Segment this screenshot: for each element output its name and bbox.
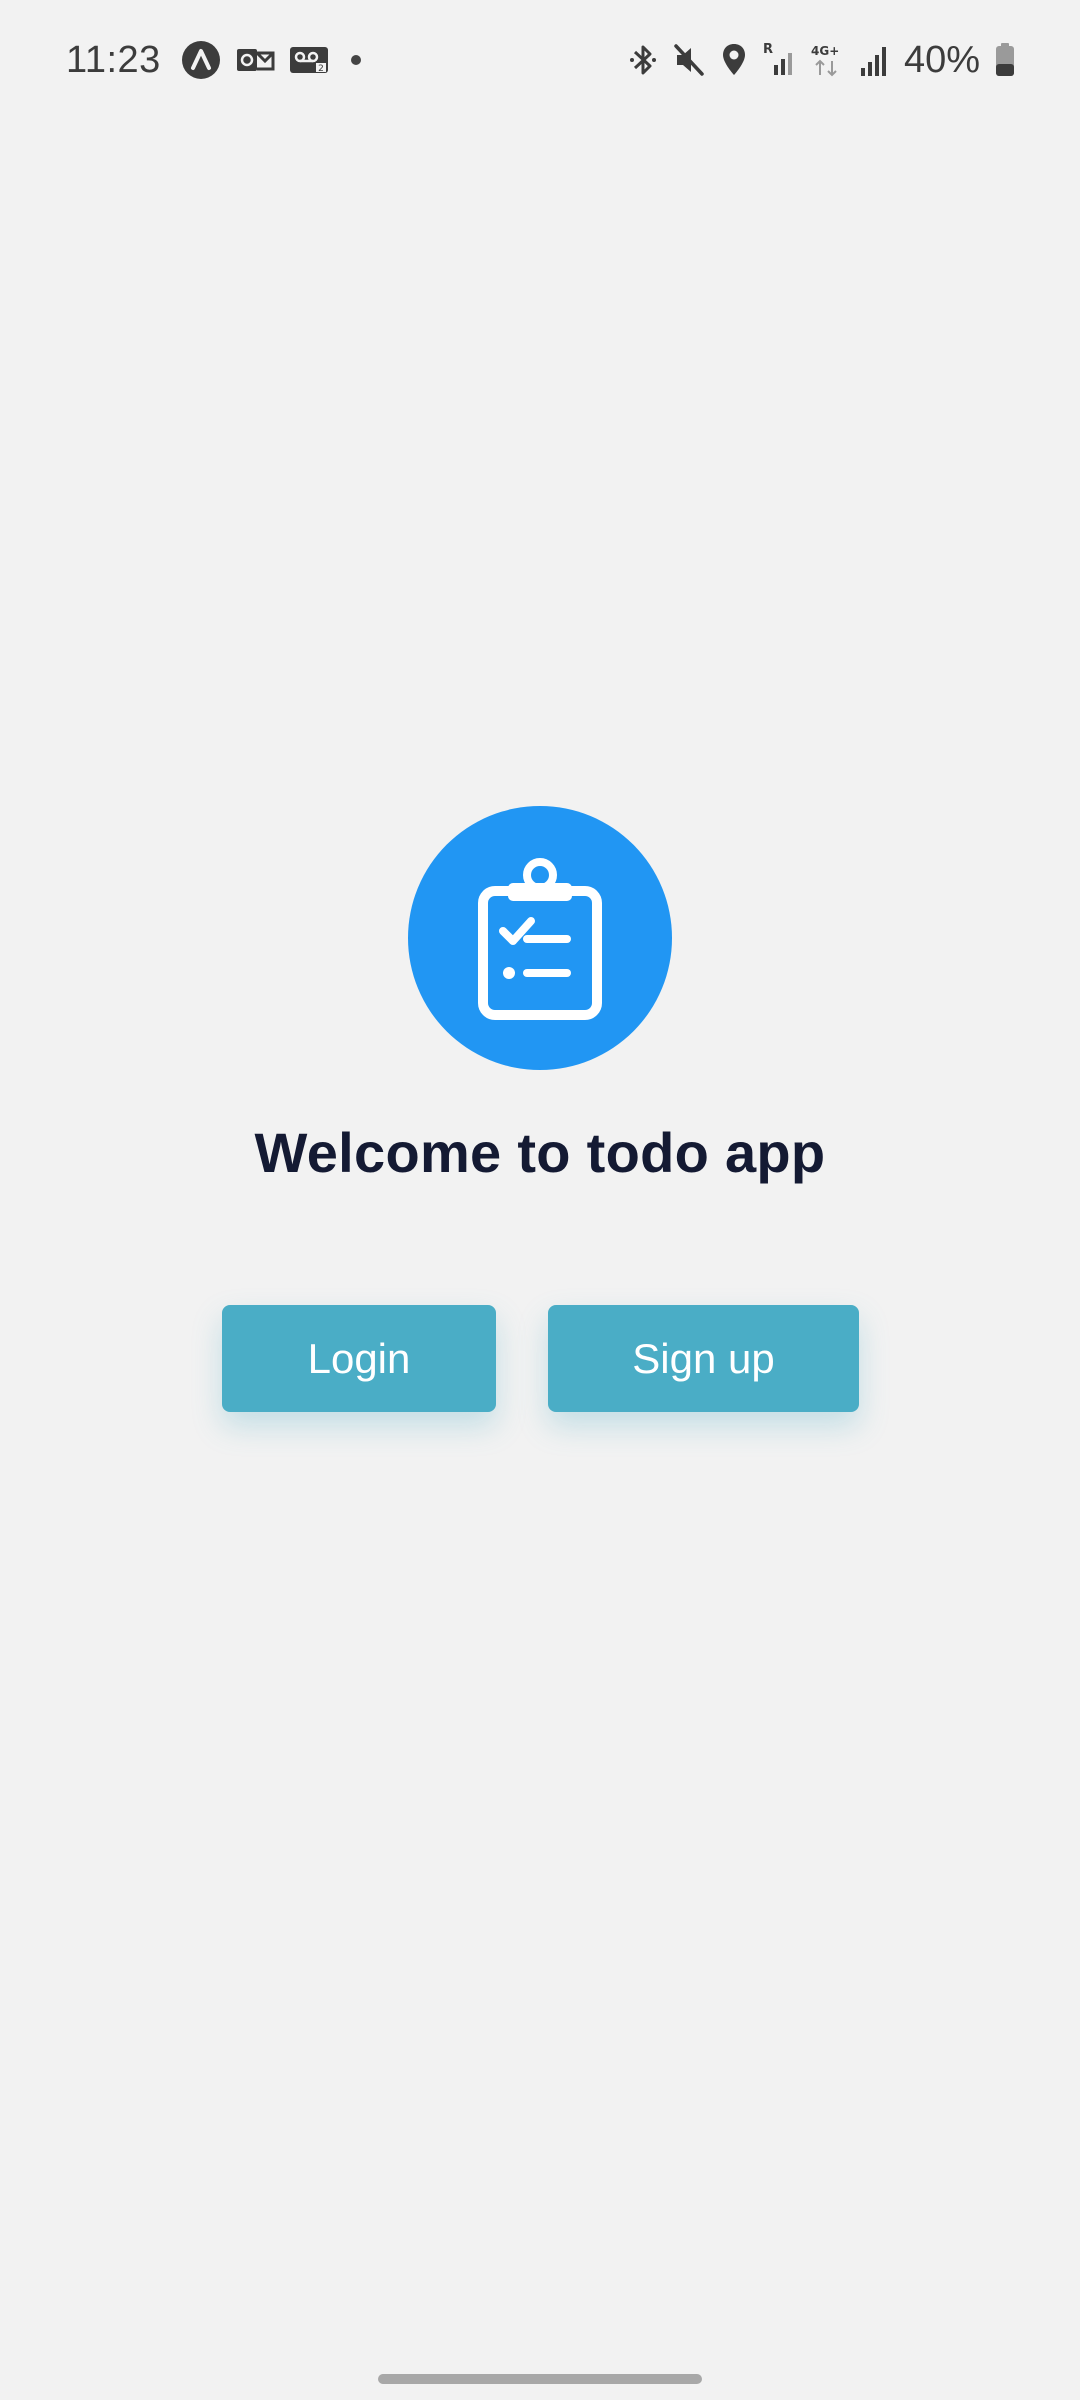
signal-icon [860, 42, 890, 78]
app-logo [408, 806, 672, 1070]
4g-plus-icon: 4G+ [810, 41, 846, 79]
voicemail-icon: 2 [289, 43, 329, 77]
signup-button[interactable]: Sign up [548, 1305, 859, 1412]
roaming-signal-icon: R [762, 41, 796, 79]
svg-text:2: 2 [318, 64, 324, 74]
clipboard-checklist-icon [478, 858, 602, 1020]
status-time: 11:23 [66, 38, 161, 81]
battery-icon [994, 42, 1016, 78]
home-indicator[interactable] [378, 2374, 702, 2384]
welcome-screen: 11:23 2 R 4G+ 40% Welcome to todo app Lo… [0, 0, 1080, 2400]
location-icon [720, 42, 748, 78]
bluetooth-icon [628, 42, 658, 78]
roaming-label: R [763, 42, 773, 57]
notification-dot-icon [350, 55, 361, 65]
status-bar: 11:23 2 R 4G+ 40% [0, 0, 1080, 120]
status-bar-left: 11:23 2 [66, 39, 361, 82]
battery-percent: 40% [903, 38, 980, 81]
network-label: 4G+ [811, 44, 839, 58]
welcome-title: Welcome to todo app [254, 1121, 826, 1184]
login-button[interactable]: Login [222, 1305, 496, 1412]
battery-fill [996, 64, 1014, 76]
mute-icon [672, 42, 706, 78]
app-a-icon [181, 40, 221, 80]
status-bar-right: R 4G+ 40% [628, 39, 1016, 82]
outlook-icon [235, 43, 275, 77]
